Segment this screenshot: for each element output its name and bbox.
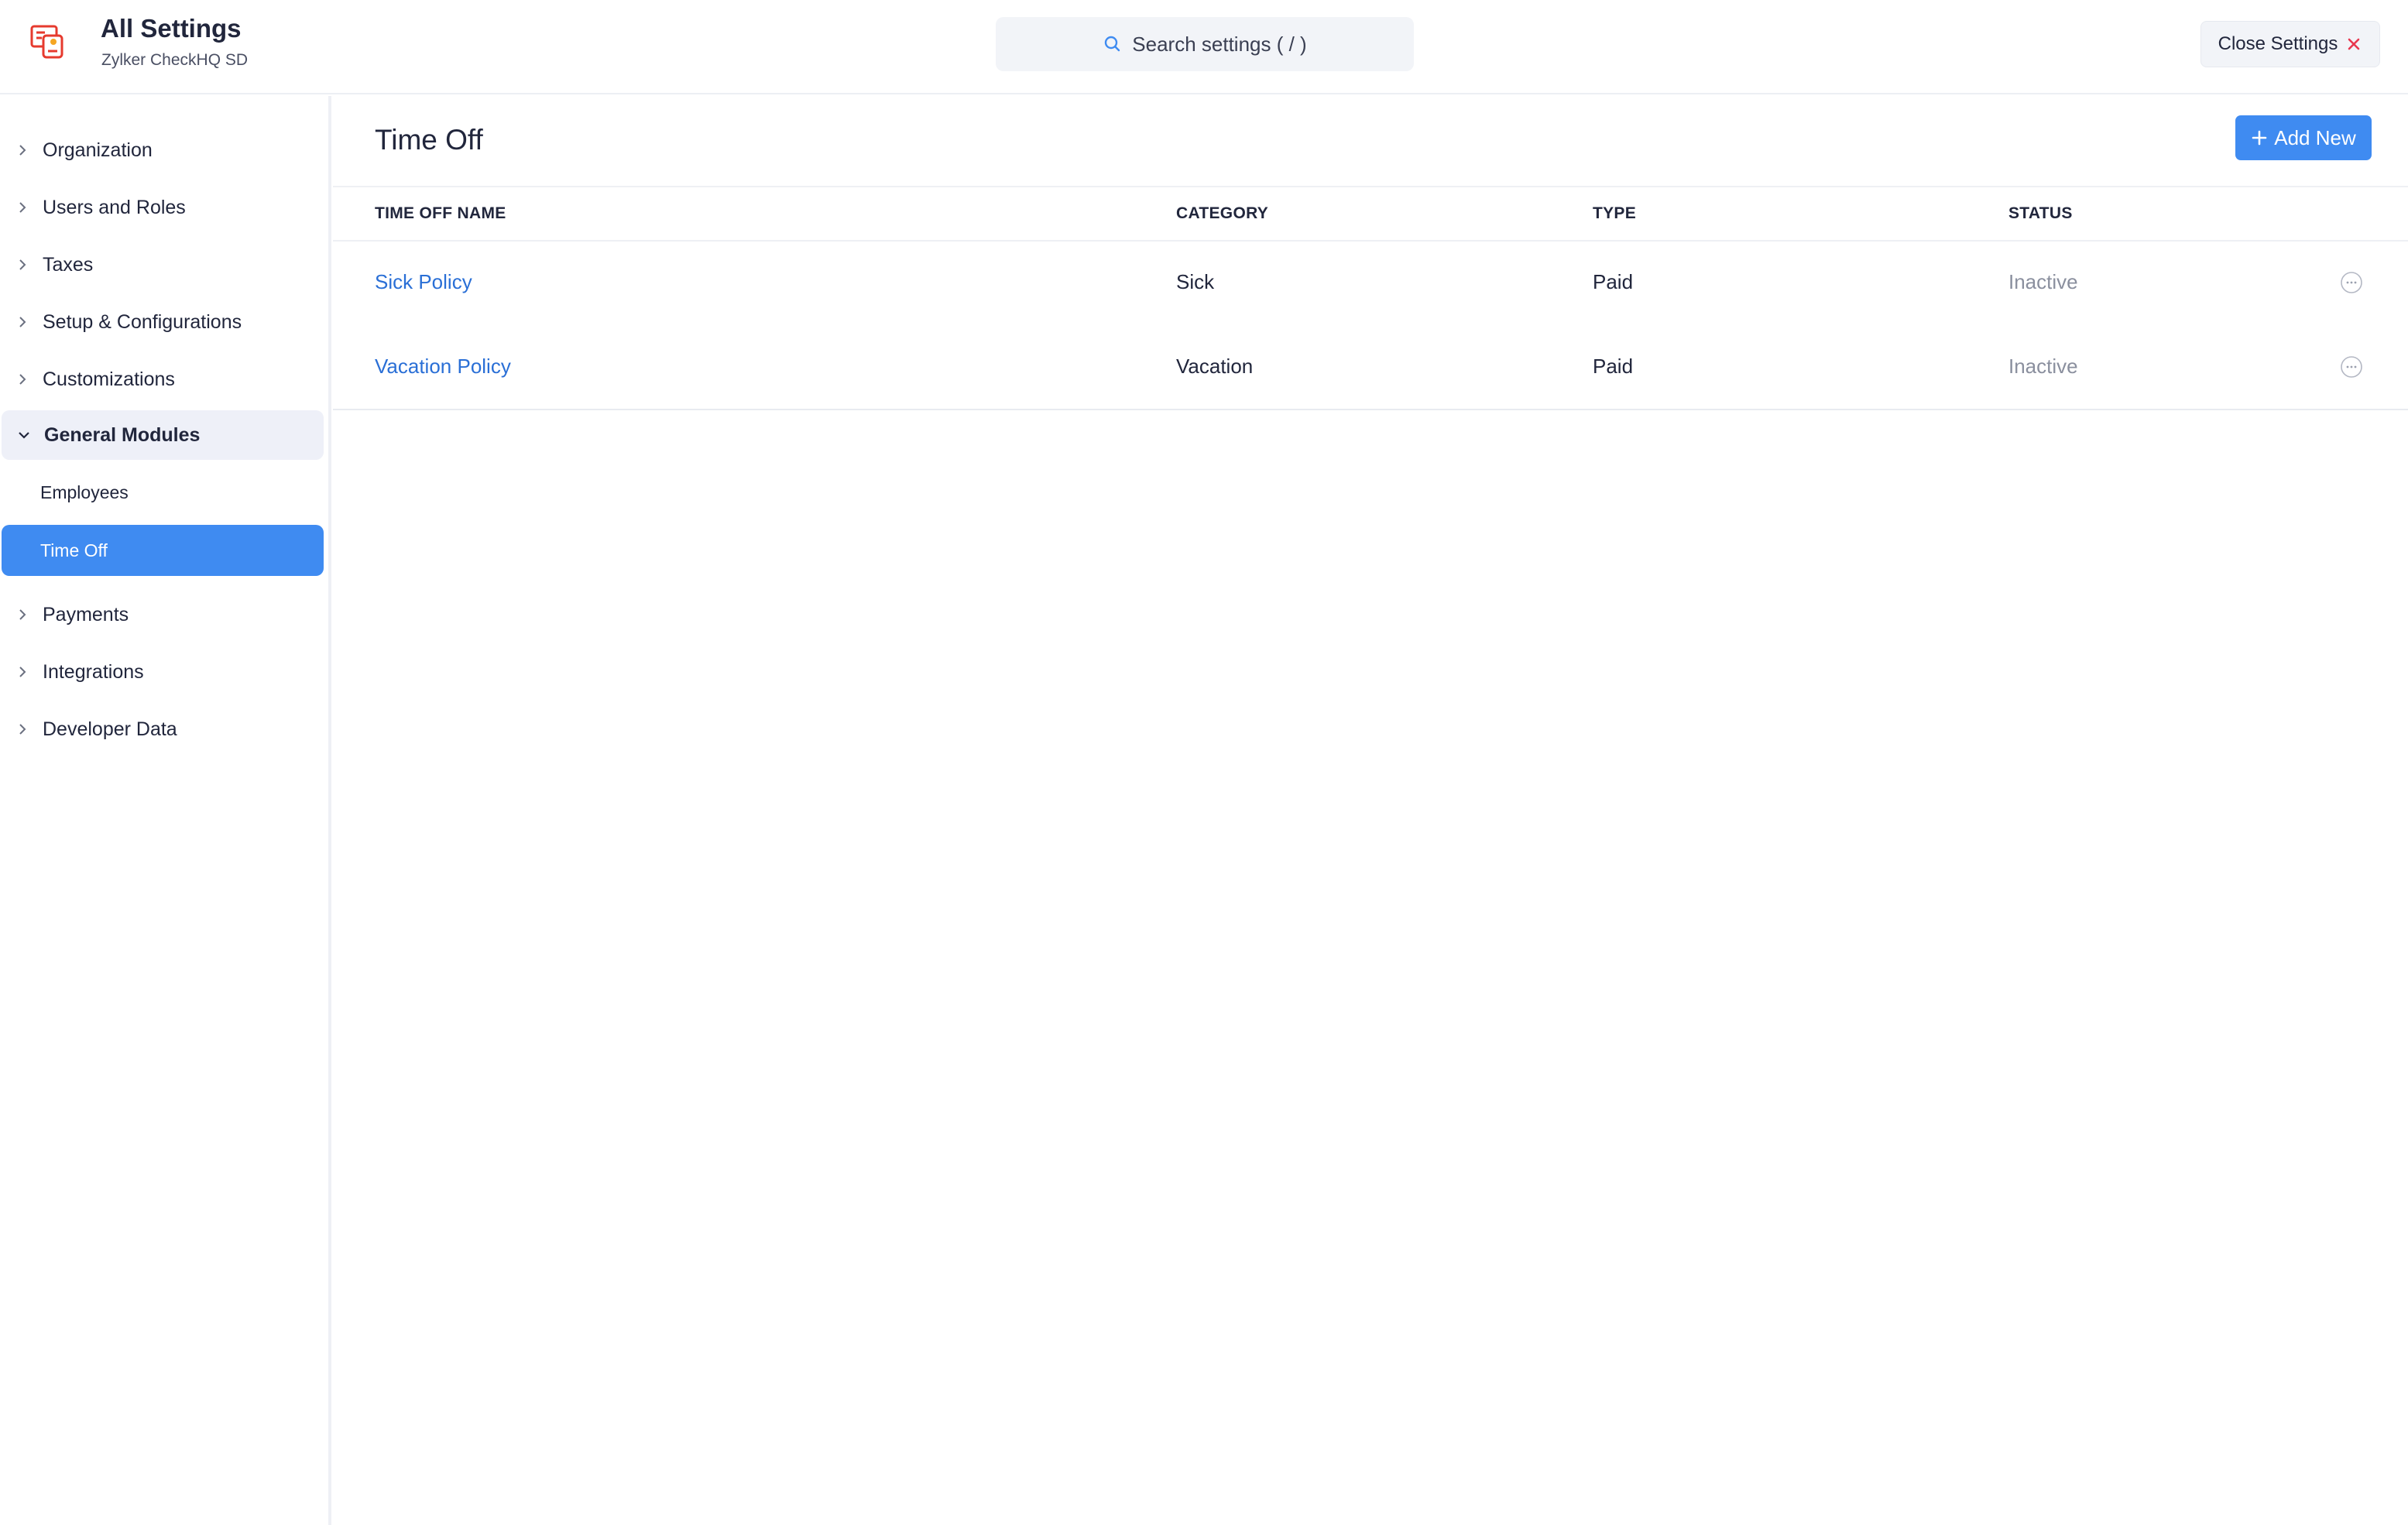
type-cell: Paid bbox=[1593, 270, 1634, 293]
sidebar-subitem-label: Time Off bbox=[40, 540, 108, 560]
sidebar-subitem-time-off[interactable]: Time Off bbox=[2, 525, 324, 576]
chevron-right-icon bbox=[19, 145, 26, 156]
status-cell: Inactive bbox=[2008, 355, 2078, 378]
chevron-right-icon bbox=[19, 202, 26, 213]
chevron-right-icon bbox=[19, 667, 26, 677]
column-header-type[interactable]: TYPE bbox=[1593, 204, 1636, 223]
column-header-category[interactable]: CATEGORY bbox=[1176, 204, 1268, 223]
search-settings-input[interactable]: Search settings ( / ) bbox=[996, 17, 1414, 71]
close-settings-button[interactable]: Close Settings bbox=[2200, 21, 2380, 67]
settings-sidebar: Organization Users and Roles Taxes Setup… bbox=[0, 96, 331, 1525]
sidebar-item-label: Developer Data bbox=[43, 718, 177, 740]
chevron-right-icon bbox=[19, 724, 26, 735]
chevron-down-icon bbox=[19, 432, 29, 439]
time-off-name-link[interactable]: Sick Policy bbox=[375, 270, 472, 294]
more-options-icon[interactable] bbox=[2340, 355, 2363, 379]
sidebar-subitem-label: Employees bbox=[40, 481, 129, 502]
column-header-status[interactable]: STATUS bbox=[2008, 204, 2073, 223]
sidebar-item-developer-data[interactable]: Developer Data bbox=[0, 704, 325, 754]
sidebar-item-taxes[interactable]: Taxes bbox=[0, 240, 325, 290]
chevron-right-icon bbox=[19, 374, 26, 385]
search-icon bbox=[1105, 36, 1120, 52]
sidebar-item-label: Customizations bbox=[43, 368, 175, 390]
table-row: Sick Policy Sick Paid Inactive bbox=[333, 242, 2408, 326]
status-cell: Inactive bbox=[2008, 270, 2078, 293]
sidebar-item-label: Integrations bbox=[43, 660, 144, 683]
app-title: All Settings bbox=[101, 14, 242, 43]
sidebar-item-organization[interactable]: Organization bbox=[0, 125, 325, 175]
category-cell: Sick bbox=[1176, 270, 1215, 293]
top-header: All Settings Zylker CheckHQ SD Search se… bbox=[0, 0, 2408, 94]
sidebar-item-users-and-roles[interactable]: Users and Roles bbox=[0, 183, 325, 232]
chevron-right-icon bbox=[19, 317, 26, 327]
sidebar-item-integrations[interactable]: Integrations bbox=[0, 647, 325, 697]
sidebar-item-label: Taxes bbox=[43, 253, 94, 276]
table-row: Vacation Policy Vacation Paid Inactive bbox=[333, 326, 2408, 410]
column-header-time-off-name[interactable]: TIME OFF NAME bbox=[375, 204, 506, 223]
add-new-button[interactable]: Add New bbox=[2235, 115, 2372, 160]
sidebar-item-label: Setup & Configurations bbox=[43, 310, 242, 333]
table-header: TIME OFF NAME CATEGORY TYPE STATUS bbox=[333, 186, 2408, 242]
type-cell: Paid bbox=[1593, 355, 1634, 378]
plus-icon bbox=[2252, 130, 2267, 146]
more-options-icon[interactable] bbox=[2340, 271, 2363, 294]
organization-name: Zylker CheckHQ SD bbox=[101, 51, 249, 69]
category-cell: Vacation bbox=[1176, 355, 1254, 378]
sidebar-item-general-modules[interactable]: General Modules bbox=[2, 410, 324, 460]
sidebar-item-payments[interactable]: Payments bbox=[0, 590, 325, 639]
page-title: Time Off bbox=[375, 124, 483, 156]
sidebar-item-label: General Modules bbox=[44, 423, 201, 446]
sidebar-item-setup-configurations[interactable]: Setup & Configurations bbox=[0, 297, 325, 347]
settings-app-logo-icon bbox=[30, 25, 63, 59]
chevron-right-icon bbox=[19, 259, 26, 270]
sidebar-subitem-employees[interactable]: Employees bbox=[2, 467, 324, 518]
search-placeholder: Search settings ( / ) bbox=[1132, 32, 1307, 56]
close-icon bbox=[2348, 38, 2360, 50]
sidebar-item-label: Users and Roles bbox=[43, 196, 186, 218]
main-content: Time Off Add New TIME OFF NAME CATEGORY … bbox=[333, 96, 2408, 1525]
close-settings-label: Close Settings bbox=[2218, 33, 2338, 54]
sidebar-item-label: Payments bbox=[43, 603, 129, 625]
sidebar-item-customizations[interactable]: Customizations bbox=[0, 355, 325, 404]
chevron-right-icon bbox=[19, 609, 26, 620]
sidebar-item-label: Organization bbox=[43, 139, 153, 161]
time-off-table: TIME OFF NAME CATEGORY TYPE STATUS Sick … bbox=[333, 186, 2408, 410]
add-new-label: Add New bbox=[2274, 125, 2356, 149]
time-off-name-link[interactable]: Vacation Policy bbox=[375, 355, 511, 379]
